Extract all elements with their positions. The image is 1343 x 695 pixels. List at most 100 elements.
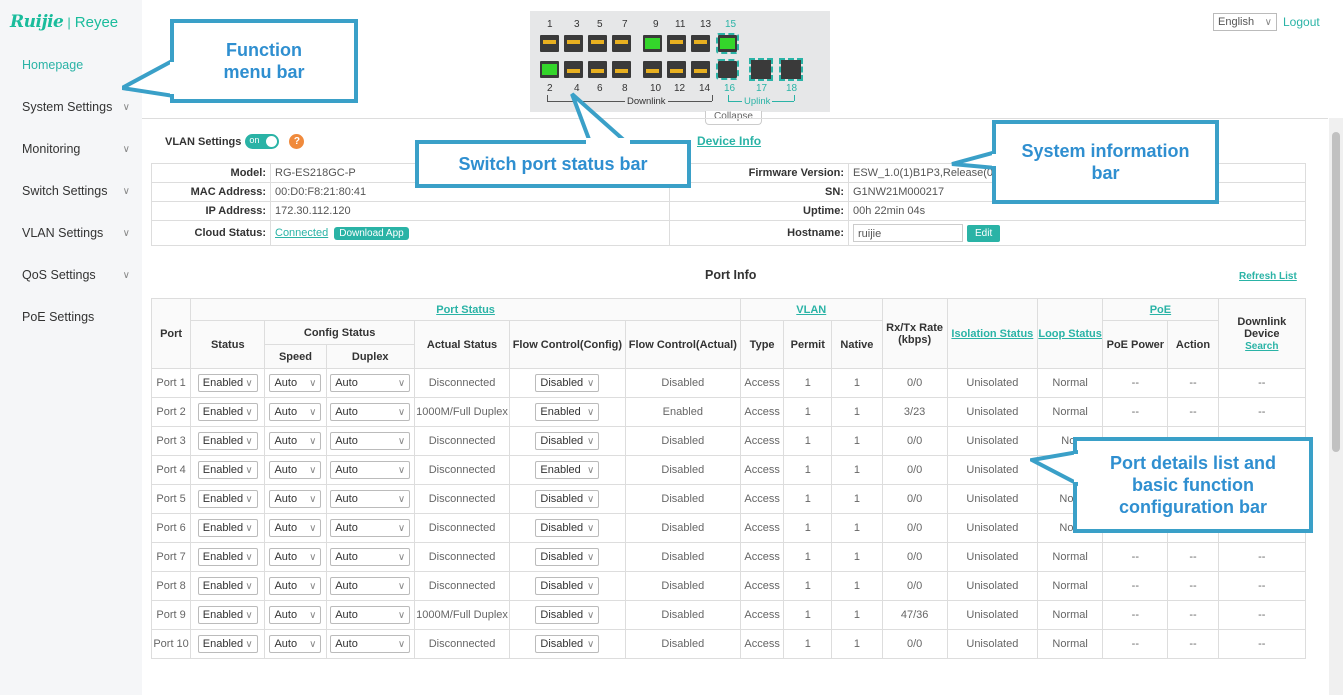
speed-select[interactable]: Auto ∨: [269, 403, 322, 421]
duplex-select[interactable]: Auto ∨: [330, 635, 411, 653]
status-select[interactable]: Enabled ∨: [197, 548, 258, 566]
port-number: 2: [547, 83, 553, 94]
select-value: Enabled: [540, 406, 581, 418]
speed-select[interactable]: Auto ∨: [269, 635, 322, 653]
cell-port: Port 2: [150, 397, 192, 427]
status-select[interactable]: Enabled ∨: [197, 461, 258, 479]
status-select[interactable]: Enabled ∨: [197, 577, 258, 595]
duplex-select[interactable]: Auto ∨: [330, 403, 411, 421]
speed-select[interactable]: Auto ∨: [269, 606, 322, 624]
sidebar-item-poe-settings[interactable]: PoE Settings: [22, 310, 130, 324]
status-select[interactable]: Enabled ∨: [197, 606, 258, 624]
flow-control-select[interactable]: Disabled ∨: [535, 577, 600, 595]
select-value: Auto: [274, 377, 298, 389]
status-select[interactable]: Enabled ∨: [197, 403, 258, 421]
switch-port-15[interactable]: [716, 33, 739, 54]
device-info-title[interactable]: Device Info: [697, 134, 761, 148]
scrollbar-thumb[interactable]: [1332, 132, 1340, 452]
header-poe[interactable]: PoE: [1102, 298, 1219, 321]
speed-select[interactable]: Auto ∨: [269, 548, 322, 566]
switch-port-12[interactable]: [667, 61, 686, 78]
duplex-select[interactable]: Auto ∨: [330, 606, 411, 624]
sidebar-item-homepage[interactable]: Homepage: [22, 58, 130, 72]
switch-port-6[interactable]: [588, 61, 607, 78]
select-value: Auto: [335, 580, 358, 592]
logout-link[interactable]: Logout: [1283, 15, 1320, 29]
flow-control-select[interactable]: Disabled ∨: [535, 606, 600, 624]
switch-port-17[interactable]: [749, 58, 773, 81]
select-value: Disabled: [540, 580, 584, 592]
switch-port-13[interactable]: [691, 35, 710, 52]
speed-select[interactable]: Auto ∨: [269, 432, 322, 450]
hostname-input[interactable]: ruijie: [853, 224, 963, 242]
speed-select[interactable]: Auto ∨: [269, 461, 322, 479]
search-link[interactable]: Search: [1245, 341, 1278, 352]
duplex-select[interactable]: Auto ∨: [330, 432, 411, 450]
flow-control-select[interactable]: Enabled ∨: [535, 461, 600, 479]
flow-control-select[interactable]: Disabled ∨: [535, 432, 600, 450]
header-vlan[interactable]: VLAN: [740, 298, 883, 321]
sidebar-item-switch-settings[interactable]: Switch Settings ∨: [22, 184, 130, 198]
callout-pointer: [570, 92, 630, 144]
flow-control-select[interactable]: Disabled ∨: [535, 374, 600, 392]
duplex-select[interactable]: Auto ∨: [330, 577, 411, 595]
status-select[interactable]: Enabled ∨: [197, 490, 258, 508]
duplex-select[interactable]: Auto ∨: [330, 490, 411, 508]
switch-port-3[interactable]: [564, 35, 583, 52]
status-select[interactable]: Enabled ∨: [197, 374, 258, 392]
sidebar-item-vlan-settings[interactable]: VLAN Settings ∨: [22, 226, 130, 240]
flow-control-select[interactable]: Disabled ∨: [535, 548, 600, 566]
cell-rate: 0/0: [881, 629, 948, 659]
duplex-select[interactable]: Auto ∨: [330, 374, 411, 392]
flow-control-select[interactable]: Disabled ∨: [535, 519, 600, 537]
download-app-button[interactable]: Download App: [334, 226, 409, 240]
sidebar-item-label: PoE Settings: [22, 310, 95, 324]
switch-port-14[interactable]: [691, 61, 710, 78]
status-select[interactable]: Enabled ∨: [197, 635, 258, 653]
switch-port-4[interactable]: [564, 61, 583, 78]
sidebar-item-monitoring[interactable]: Monitoring ∨: [22, 142, 130, 156]
status-select[interactable]: Enabled ∨: [197, 432, 258, 450]
switch-port-8[interactable]: [612, 61, 631, 78]
header-isolation[interactable]: Isolation Status: [946, 298, 1039, 369]
speed-select[interactable]: Auto ∨: [269, 577, 322, 595]
switch-port-2[interactable]: [540, 61, 559, 78]
edit-button[interactable]: Edit: [967, 224, 1001, 242]
speed-select[interactable]: Auto ∨: [269, 374, 322, 392]
switch-port-7[interactable]: [612, 35, 631, 52]
callout-text: Function menu bar: [223, 40, 305, 82]
duplex-select[interactable]: Auto ∨: [330, 548, 411, 566]
sidebar-item-qos-settings[interactable]: QoS Settings ∨: [22, 268, 130, 282]
vlan-toggle[interactable]: on: [245, 134, 280, 149]
header-port-status[interactable]: Port Status: [190, 298, 742, 321]
sidebar-item-system-settings[interactable]: System Settings ∨: [22, 100, 130, 114]
chevron-down-icon: ∨: [245, 406, 253, 418]
speed-select[interactable]: Auto ∨: [269, 519, 322, 537]
header-loop[interactable]: Loop Status: [1037, 298, 1104, 369]
status-select[interactable]: Enabled ∨: [197, 519, 258, 537]
cell-native: 1: [831, 513, 883, 543]
speed-select[interactable]: Auto ∨: [269, 490, 322, 508]
switch-port-5[interactable]: [588, 35, 607, 52]
switch-port-1[interactable]: [540, 35, 559, 52]
flow-control-select[interactable]: Disabled ∨: [535, 490, 600, 508]
switch-port-16[interactable]: [716, 59, 739, 80]
cell-flow-actual: Disabled: [624, 455, 742, 485]
select-value: Auto: [335, 435, 358, 447]
switch-port-10[interactable]: [643, 61, 662, 78]
duplex-select[interactable]: Auto ∨: [330, 461, 411, 479]
select-value: Auto: [335, 464, 358, 476]
cloud-status-link[interactable]: Connected: [275, 227, 328, 239]
scrollbar[interactable]: [1329, 118, 1343, 695]
switch-port-11[interactable]: [667, 35, 686, 52]
help-icon[interactable]: ?: [289, 134, 305, 149]
language-select[interactable]: English ∨: [1213, 13, 1277, 31]
flow-control-select[interactable]: Disabled ∨: [535, 635, 600, 653]
flow-control-select[interactable]: Enabled ∨: [535, 403, 600, 421]
refresh-list-link[interactable]: Refresh List: [1239, 271, 1297, 282]
switch-port-9[interactable]: [643, 35, 662, 52]
switch-port-18[interactable]: [779, 58, 803, 81]
duplex-select[interactable]: Auto ∨: [330, 519, 411, 537]
cell-port: Port 7: [150, 542, 192, 572]
select-value: Auto: [335, 609, 358, 621]
